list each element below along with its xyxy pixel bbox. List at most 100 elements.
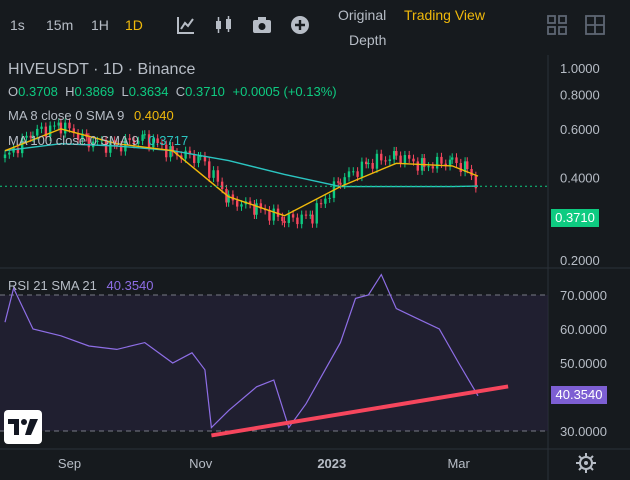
title-separator-2: · [127, 61, 138, 78]
candle-body [451, 157, 454, 160]
low-key: L [117, 84, 129, 99]
interval-label: 1D [102, 61, 124, 78]
candle-body [435, 156, 439, 169]
candle-body [408, 155, 411, 159]
price-tick-4: 0.2000 [560, 253, 600, 268]
exchange-label: Binance [137, 61, 196, 78]
ma8-value: 0.4040 [133, 108, 174, 123]
candle-body [324, 198, 327, 204]
tradingview-logo [4, 410, 42, 444]
time-tick-1: Nov [189, 456, 213, 471]
candle-body [304, 214, 308, 216]
candle-body [240, 204, 243, 207]
ma100-value: 0.3717 [148, 133, 189, 148]
candle-body [339, 182, 342, 185]
rsi-band [0, 295, 548, 431]
candle-body [3, 154, 7, 159]
price-tick-1: 0.8000 [560, 88, 600, 103]
candle-body [212, 170, 215, 178]
candle-body [208, 161, 211, 178]
candle-body [388, 159, 392, 162]
ma100-legend: MA 100 close 0 SMA 9 0.3717 [8, 133, 188, 148]
rsi-tick-0: 70.0000 [560, 288, 607, 303]
rsi-label: RSI 21 SMA 21 [8, 278, 97, 293]
candle-body [412, 158, 415, 162]
candle-body [296, 217, 299, 225]
ma100-line [4, 142, 479, 188]
candle-body [423, 158, 426, 167]
high-key: H [61, 84, 75, 99]
candle-body [315, 203, 318, 224]
high-value: 0.3869 [74, 84, 115, 99]
candle-body [375, 153, 379, 169]
candle-body [8, 152, 11, 155]
rsi-tick-2: 50.0000 [560, 356, 607, 371]
candle-body [466, 161, 469, 170]
ma8-label: MA 8 close 0 SMA 9 [8, 108, 125, 123]
candle-body [64, 122, 67, 134]
candle-body [347, 171, 351, 178]
time-tick-2: 2023 [317, 456, 346, 471]
close-key: C [172, 84, 186, 99]
candle-body [427, 166, 430, 168]
title-separator-1: · [93, 61, 103, 78]
candle-body [395, 151, 398, 156]
candle-body [268, 210, 271, 221]
candle-body [360, 161, 364, 177]
candle-body [197, 156, 200, 163]
candle-body [319, 203, 323, 205]
rsi-value: 40.3540 [106, 278, 154, 293]
candle-body [343, 177, 346, 185]
candle-body [399, 155, 402, 164]
candle-body [328, 197, 331, 199]
candle-body [403, 155, 407, 164]
close-value: 0.3710 [185, 84, 225, 99]
candle-body [283, 221, 286, 223]
gear-icon[interactable] [575, 452, 597, 474]
candle-body [352, 171, 355, 173]
candle-body [216, 170, 220, 182]
candle-body [440, 156, 443, 164]
candle-body [384, 160, 387, 162]
price-tick-3: 0.4000 [560, 170, 600, 185]
candle-body [367, 162, 370, 165]
candle-body [416, 161, 419, 171]
current-rsi-tag: 40.3540 [551, 386, 607, 404]
candle-body [392, 151, 396, 160]
candle-body [57, 122, 60, 126]
candle-body [68, 122, 71, 129]
symbol-label: HIVEUSDT [8, 61, 89, 78]
time-tick-3: Mar [447, 456, 470, 471]
open-key: O [8, 84, 19, 99]
rsi-tick-1: 60.0000 [560, 322, 607, 337]
candle-body [53, 125, 56, 127]
candle-body [356, 171, 359, 177]
candle-body [470, 169, 473, 176]
candle-body [380, 153, 383, 161]
candle-body [281, 216, 284, 222]
price-tick-2: 0.6000 [560, 122, 600, 137]
candle-body [371, 162, 374, 169]
candle-body [300, 214, 303, 225]
candle-body [309, 214, 312, 216]
open-value: 0.3708 [18, 84, 58, 99]
candle-body [459, 163, 462, 172]
ma8-legend: MA 8 close 0 SMA 9 0.4040 [8, 108, 174, 123]
time-tick-0: Sep [58, 456, 81, 471]
price-tick-0: 1.0000 [560, 61, 600, 76]
candle-body [431, 166, 435, 169]
candle-body [220, 181, 224, 189]
candle-body [455, 157, 458, 164]
candle-body [193, 154, 196, 163]
candle-body [287, 214, 290, 223]
candle-body [255, 203, 258, 215]
change-value: +0.0005 (+0.13%) [232, 84, 337, 99]
candle-body [184, 150, 187, 159]
candle-body [236, 200, 239, 207]
current-price-tag: 0.3710 [551, 209, 599, 227]
candle-body [311, 214, 314, 224]
candle-body [291, 214, 295, 218]
rsi-legend: RSI 21 SMA 21 40.3540 [8, 278, 154, 293]
chart-title: HIVEUSDT · 1D · Binance [8, 61, 195, 79]
ohlc-legend: O0.3708 H0.3869 L0.3634 C0.3710 +0.0005 … [8, 84, 337, 99]
